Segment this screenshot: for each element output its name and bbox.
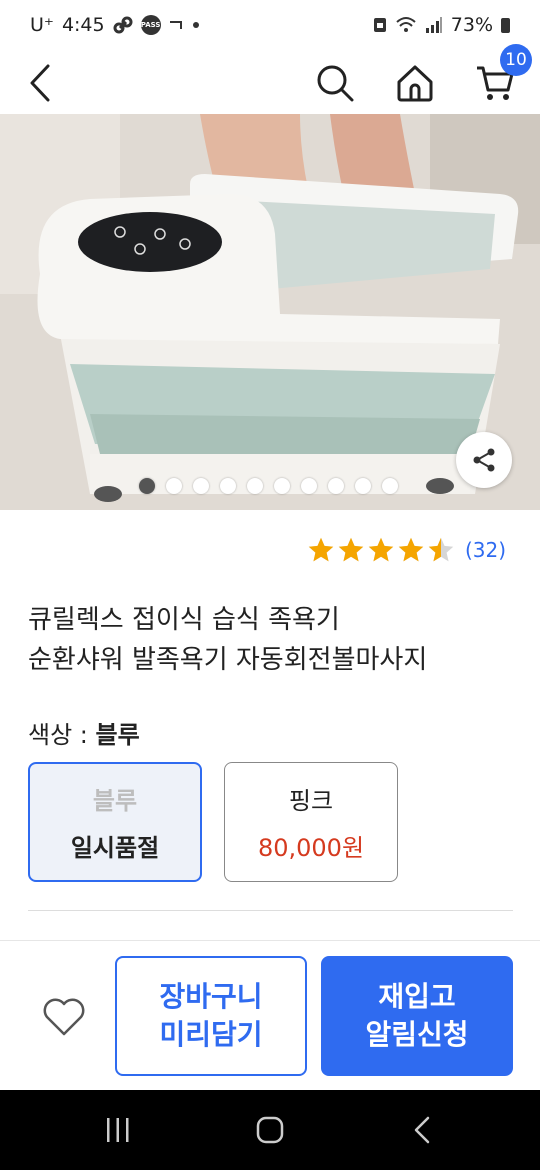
search-button[interactable] bbox=[314, 52, 356, 114]
selected-color: 블루 bbox=[95, 721, 140, 749]
color-option-blue[interactable]: 블루 일시품절 bbox=[28, 762, 202, 882]
pagination-dot[interactable] bbox=[328, 478, 344, 494]
pass-icon: PASS bbox=[140, 15, 161, 35]
pagination-dot[interactable] bbox=[247, 478, 263, 494]
pagination-dot[interactable] bbox=[355, 478, 371, 494]
carrier-label: U⁺ bbox=[30, 14, 54, 36]
star-icon bbox=[368, 537, 394, 562]
status-bar: U⁺ 4:45 PASS 73% bbox=[0, 0, 540, 52]
sold-out-label: 일시품절 bbox=[70, 834, 160, 862]
product-title: 큐릴렉스 접이식 습식 족욕기 순환샤워 발족욕기 자동회전볼마사지 bbox=[28, 600, 518, 680]
back-system-button[interactable] bbox=[404, 1090, 440, 1170]
add-to-cart-button[interactable]: 장바구니 미리담기 bbox=[115, 956, 307, 1076]
cart-count-badge: 10 bbox=[500, 44, 532, 76]
search-icon bbox=[317, 65, 354, 102]
rating[interactable]: (32) bbox=[307, 536, 506, 564]
pagination-dot[interactable] bbox=[139, 478, 155, 494]
battery-icon bbox=[501, 17, 510, 33]
star-rating bbox=[307, 536, 455, 564]
wishlist-button[interactable] bbox=[40, 995, 88, 1039]
color-option-pink[interactable]: 핑크 80,000원 bbox=[224, 762, 398, 882]
chevron-left-icon bbox=[30, 64, 50, 102]
heart-icon bbox=[43, 998, 85, 1036]
restock-alert-button[interactable]: 재입고 알림신청 bbox=[321, 956, 513, 1076]
color-option-name: 블루 bbox=[92, 787, 138, 815]
pagination-dot[interactable] bbox=[220, 478, 236, 494]
color-option-name: 핑크 bbox=[288, 787, 334, 815]
pagination-dot[interactable] bbox=[301, 478, 317, 494]
top-nav: 10 bbox=[0, 44, 540, 114]
pagination-dot[interactable] bbox=[274, 478, 290, 494]
divider bbox=[28, 910, 513, 911]
share-icon bbox=[473, 448, 495, 472]
review-count[interactable]: (32) bbox=[465, 538, 506, 562]
star-icon bbox=[338, 537, 364, 562]
product-title-line1: 큐릴렉스 접이식 습식 족욕기 bbox=[28, 605, 340, 635]
color-label: 색상 : 블루 bbox=[28, 715, 140, 750]
pagination-dot[interactable] bbox=[166, 478, 182, 494]
color-label-text: 색상 : bbox=[28, 721, 96, 749]
signal-icon bbox=[425, 17, 442, 33]
back-button[interactable] bbox=[22, 52, 58, 114]
star-icon bbox=[308, 537, 334, 562]
star-icon bbox=[428, 537, 454, 562]
recent-apps-icon bbox=[107, 1118, 129, 1142]
pagination-dot[interactable] bbox=[382, 478, 398, 494]
bottom-action-bar: 장바구니 미리담기 재입고 알림신청 bbox=[0, 940, 540, 1091]
product-title-line2: 순환샤워 발족욕기 자동회전볼마사지 bbox=[28, 645, 428, 675]
system-nav-bar bbox=[0, 1090, 540, 1170]
home-system-icon bbox=[256, 1116, 284, 1144]
notification-icon bbox=[169, 21, 182, 29]
wifi-icon bbox=[396, 17, 416, 32]
more-notifications-icon bbox=[192, 22, 199, 28]
home-icon bbox=[397, 65, 433, 102]
image-pagination bbox=[139, 478, 398, 494]
pagination-dot[interactable] bbox=[193, 478, 209, 494]
color-option-price: 80,000원 bbox=[257, 834, 365, 862]
share-button[interactable] bbox=[456, 432, 512, 488]
link-icon bbox=[113, 16, 133, 34]
lock-badge-icon bbox=[373, 18, 386, 32]
back-system-icon bbox=[414, 1116, 430, 1144]
home-button[interactable] bbox=[394, 52, 436, 114]
star-icon bbox=[398, 537, 424, 562]
home-system-button[interactable] bbox=[250, 1090, 290, 1170]
battery-percent: 73% bbox=[450, 14, 493, 36]
recent-apps-button[interactable] bbox=[100, 1090, 136, 1170]
cart-button[interactable]: 10 bbox=[474, 44, 532, 114]
status-time: 4:45 bbox=[61, 14, 105, 36]
